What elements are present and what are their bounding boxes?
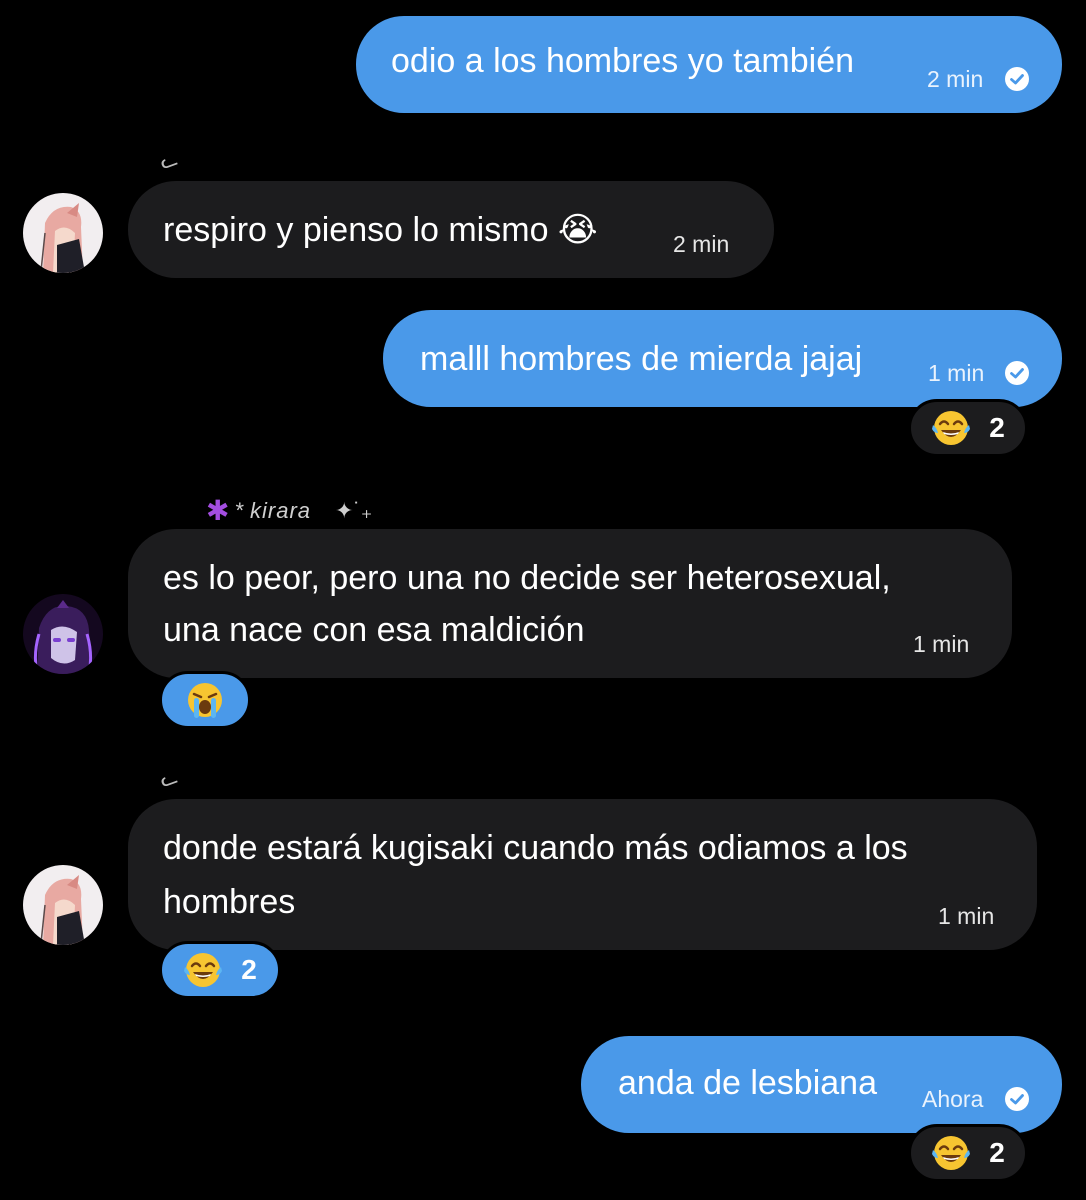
loudly-crying-emoji-icon — [185, 680, 225, 720]
message-time: 2 min — [927, 66, 984, 92]
message-time: 1 min — [913, 631, 970, 657]
reaction-badge[interactable]: 2 — [908, 399, 1028, 457]
message-text: malll hombres de mierda jajaj — [420, 340, 863, 378]
message-text: odio a los hombres yo también — [391, 42, 855, 80]
reaction-count: 2 — [989, 412, 1005, 443]
sender-name: kirara — [250, 497, 312, 523]
message-time: 1 min — [938, 903, 995, 929]
avatar[interactable] — [23, 193, 103, 273]
message-text-line-2: hombres — [163, 883, 296, 921]
message-text: respiro y pienso lo mismo 😭 — [163, 211, 598, 249]
message-bubble-incoming[interactable]: es lo peor, pero una no decide ser heter… — [128, 529, 1012, 678]
reaction-count: 2 — [241, 954, 257, 985]
reaction-badge[interactable] — [159, 671, 251, 729]
tears-of-joy-emoji-icon — [183, 950, 223, 990]
sender-label: ✱ * kirara ✦˙₊ — [206, 494, 372, 527]
reaction-badge[interactable]: 2 — [159, 941, 281, 999]
tears-of-joy-emoji-icon — [931, 408, 971, 448]
sparkle-icon: ✦˙₊ — [335, 497, 373, 523]
reaction-count: 2 — [989, 1137, 1005, 1168]
avatar[interactable] — [23, 594, 103, 674]
splat-icon: ✱ — [206, 495, 230, 526]
avatar[interactable] — [23, 865, 103, 945]
sender-prefix: * — [235, 497, 245, 523]
reply-indicator-icon: ᓚ — [156, 147, 181, 175]
message-bubble-incoming[interactable]: respiro y pienso lo mismo 😭 2 min — [128, 181, 774, 278]
message-bubble-outgoing[interactable]: odio a los hombres yo también 2 min — [356, 16, 1062, 113]
message-bubble-outgoing[interactable]: anda de lesbiana Ahora — [581, 1036, 1062, 1133]
message-text: anda de lesbiana — [618, 1064, 878, 1102]
message-time: 1 min — [928, 360, 985, 386]
message-text-line-1: es lo peor, pero una no decide ser heter… — [163, 559, 891, 597]
read-check-icon — [1004, 1086, 1030, 1112]
read-check-icon — [1004, 66, 1030, 92]
message-time: 2 min — [673, 231, 730, 257]
reaction-badge[interactable]: 2 — [908, 1124, 1028, 1182]
message-bubble-incoming[interactable]: donde estará kugisaki cuando más odiamos… — [128, 799, 1037, 950]
tears-of-joy-emoji-icon — [931, 1133, 971, 1173]
message-bubble-outgoing[interactable]: malll hombres de mierda jajaj 1 min — [383, 310, 1062, 407]
reply-indicator-icon: ᓚ — [156, 765, 181, 793]
message-text-line-2: una nace con esa maldición — [163, 611, 585, 649]
message-time: Ahora — [922, 1086, 984, 1112]
read-check-icon — [1004, 360, 1030, 386]
message-text-line-1: donde estará kugisaki cuando más odiamos… — [163, 829, 908, 867]
